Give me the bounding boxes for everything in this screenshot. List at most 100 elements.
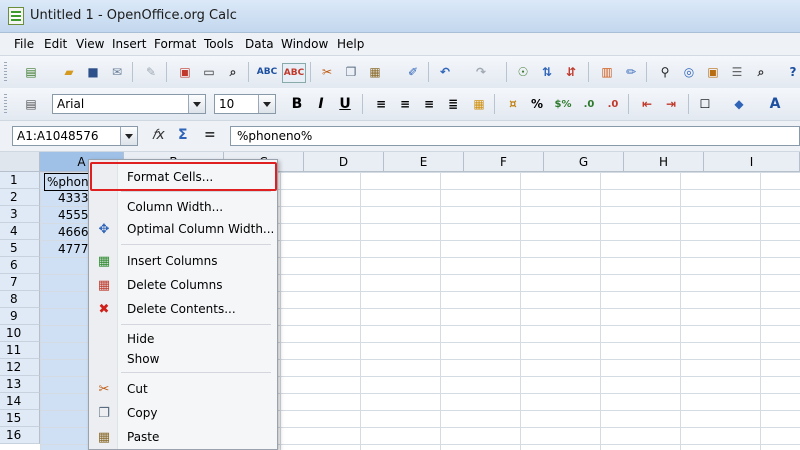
font-size-combo[interactable]: 10 [214, 94, 276, 114]
currency-icon[interactable]: ¤ [504, 95, 522, 113]
row-header-15[interactable]: 15 [0, 410, 40, 427]
align-right-icon[interactable]: ≡ [420, 95, 438, 113]
menu-item-optimal-column-width[interactable]: ✥ Optimal Column Width... [89, 218, 279, 240]
copy-icon[interactable]: ❐ [342, 63, 360, 81]
row-header-2[interactable]: 2 [0, 189, 40, 206]
navigator-icon[interactable]: ◎ [680, 63, 698, 81]
menu-item-copy[interactable]: ❐ Copy [89, 402, 279, 424]
font-color-icon[interactable]: A [766, 95, 784, 113]
menu-item-cut[interactable]: ✂ Cut [89, 378, 279, 400]
new-document-icon[interactable]: ▤ [22, 63, 40, 81]
font-name-combo[interactable]: Arial [52, 94, 206, 114]
menu-data[interactable]: Data [245, 37, 274, 51]
row-header-12[interactable]: 12 [0, 359, 40, 376]
zoom-icon[interactable]: ⌕ [752, 63, 770, 81]
menu-window[interactable]: Window [281, 37, 328, 51]
italic-icon[interactable]: I [312, 95, 330, 113]
sum-icon[interactable]: Σ [178, 127, 188, 143]
sort-ascending-icon[interactable]: ⇅ [538, 63, 556, 81]
function-wizard-icon[interactable]: 𝑓x [152, 127, 165, 143]
borders-icon[interactable]: ☐ [696, 95, 714, 113]
cell-a4[interactable]: 4666 [58, 224, 89, 240]
chevron-down-icon[interactable] [188, 95, 205, 113]
cut-icon[interactable]: ✂ [318, 63, 336, 81]
styles-icon[interactable]: ▤ [22, 95, 40, 113]
add-decimal-icon[interactable]: .0 [580, 95, 598, 113]
function-icon[interactable]: = [204, 127, 216, 143]
email-icon[interactable]: ✉ [108, 63, 126, 81]
row-header-5[interactable]: 5 [0, 240, 40, 257]
row-header-3[interactable]: 3 [0, 206, 40, 223]
menu-file[interactable]: File [14, 37, 34, 51]
toolbar-grip[interactable] [4, 62, 7, 82]
column-header-g[interactable]: G [544, 152, 624, 172]
menu-help[interactable]: Help [337, 37, 364, 51]
menu-item-show[interactable]: Show [89, 348, 279, 370]
row-header-10[interactable]: 10 [0, 325, 40, 342]
column-header-i[interactable]: I [704, 152, 800, 172]
menu-item-column-width[interactable]: Column Width... [89, 196, 279, 218]
name-box[interactable]: A1:A1048576 [12, 126, 138, 146]
column-header-d[interactable]: D [304, 152, 384, 172]
justify-icon[interactable]: ≣ [444, 95, 462, 113]
column-header-h[interactable]: H [624, 152, 704, 172]
chart-icon[interactable]: ▥ [598, 63, 616, 81]
redo-icon[interactable]: ↷ [472, 63, 490, 81]
show-draw-functions-icon[interactable]: ✏ [622, 63, 640, 81]
chevron-down-icon[interactable] [120, 127, 137, 145]
cell-a2[interactable]: 4333 [58, 190, 89, 206]
menu-edit[interactable]: Edit [44, 37, 67, 51]
row-header-6[interactable]: 6 [0, 257, 40, 274]
spellcheck-icon[interactable]: ABC [257, 63, 277, 81]
open-folder-icon[interactable]: ▰ [60, 63, 78, 81]
standard-format-icon[interactable]: $% [554, 95, 572, 113]
edit-file-icon[interactable]: ✎ [142, 63, 160, 81]
chevron-down-icon[interactable] [258, 95, 275, 113]
row-header-7[interactable]: 7 [0, 274, 40, 291]
page-preview-icon[interactable]: ⌕ [224, 63, 242, 81]
clone-formatting-icon[interactable]: ✐ [404, 63, 422, 81]
select-all-corner[interactable] [0, 152, 40, 172]
menu-tools[interactable]: Tools [204, 37, 234, 51]
row-header-4[interactable]: 4 [0, 223, 40, 240]
find-replace-icon[interactable]: ⚲ [656, 63, 674, 81]
autospellcheck-icon[interactable]: ABC [282, 63, 306, 83]
export-pdf-icon[interactable]: ▣ [176, 63, 194, 81]
sort-descending-icon[interactable]: ⇵ [562, 63, 580, 81]
cell-a5[interactable]: 4777 [58, 241, 89, 257]
delete-decimal-icon[interactable]: .0 [604, 95, 622, 113]
menu-item-delete-contents[interactable]: ✖ Delete Contents... [89, 298, 279, 320]
help-icon[interactable]: ? [784, 63, 800, 81]
row-header-9[interactable]: 9 [0, 308, 40, 325]
menu-format[interactable]: Format [154, 37, 196, 51]
gallery-icon[interactable]: ▣ [704, 63, 722, 81]
paste-icon[interactable]: ▦ [366, 63, 384, 81]
menu-item-hide[interactable]: Hide [89, 328, 279, 350]
hyperlink-icon[interactable]: ☉ [514, 63, 532, 81]
column-header-e[interactable]: E [384, 152, 464, 172]
menu-item-insert-columns[interactable]: ▦ Insert Columns [89, 250, 279, 272]
row-header-11[interactable]: 11 [0, 342, 40, 359]
formula-input[interactable]: %phoneno% [230, 126, 800, 146]
bold-icon[interactable]: B [288, 95, 306, 113]
row-header-1[interactable]: 1 [0, 172, 40, 189]
undo-icon[interactable]: ↶ [436, 63, 454, 81]
menu-insert[interactable]: Insert [112, 37, 146, 51]
menu-item-delete-columns[interactable]: ▦ Delete Columns [89, 274, 279, 296]
row-header-13[interactable]: 13 [0, 376, 40, 393]
increase-indent-icon[interactable]: ⇥ [662, 95, 680, 113]
decrease-indent-icon[interactable]: ⇤ [638, 95, 656, 113]
align-left-icon[interactable]: ≡ [372, 95, 390, 113]
save-icon[interactable]: ■ [84, 63, 102, 81]
menu-item-paste[interactable]: ▦ Paste [89, 426, 279, 448]
menu-view[interactable]: View [76, 37, 104, 51]
data-sources-icon[interactable]: ☰ [728, 63, 746, 81]
row-header-14[interactable]: 14 [0, 393, 40, 410]
print-icon[interactable]: ▭ [200, 63, 218, 81]
column-header-f[interactable]: F [464, 152, 544, 172]
merge-cells-icon[interactable]: ▦ [470, 95, 488, 113]
row-header-16[interactable]: 16 [0, 427, 40, 444]
cell-a3[interactable]: 4555 [58, 207, 89, 223]
align-center-icon[interactable]: ≡ [396, 95, 414, 113]
percent-icon[interactable]: % [528, 95, 546, 113]
